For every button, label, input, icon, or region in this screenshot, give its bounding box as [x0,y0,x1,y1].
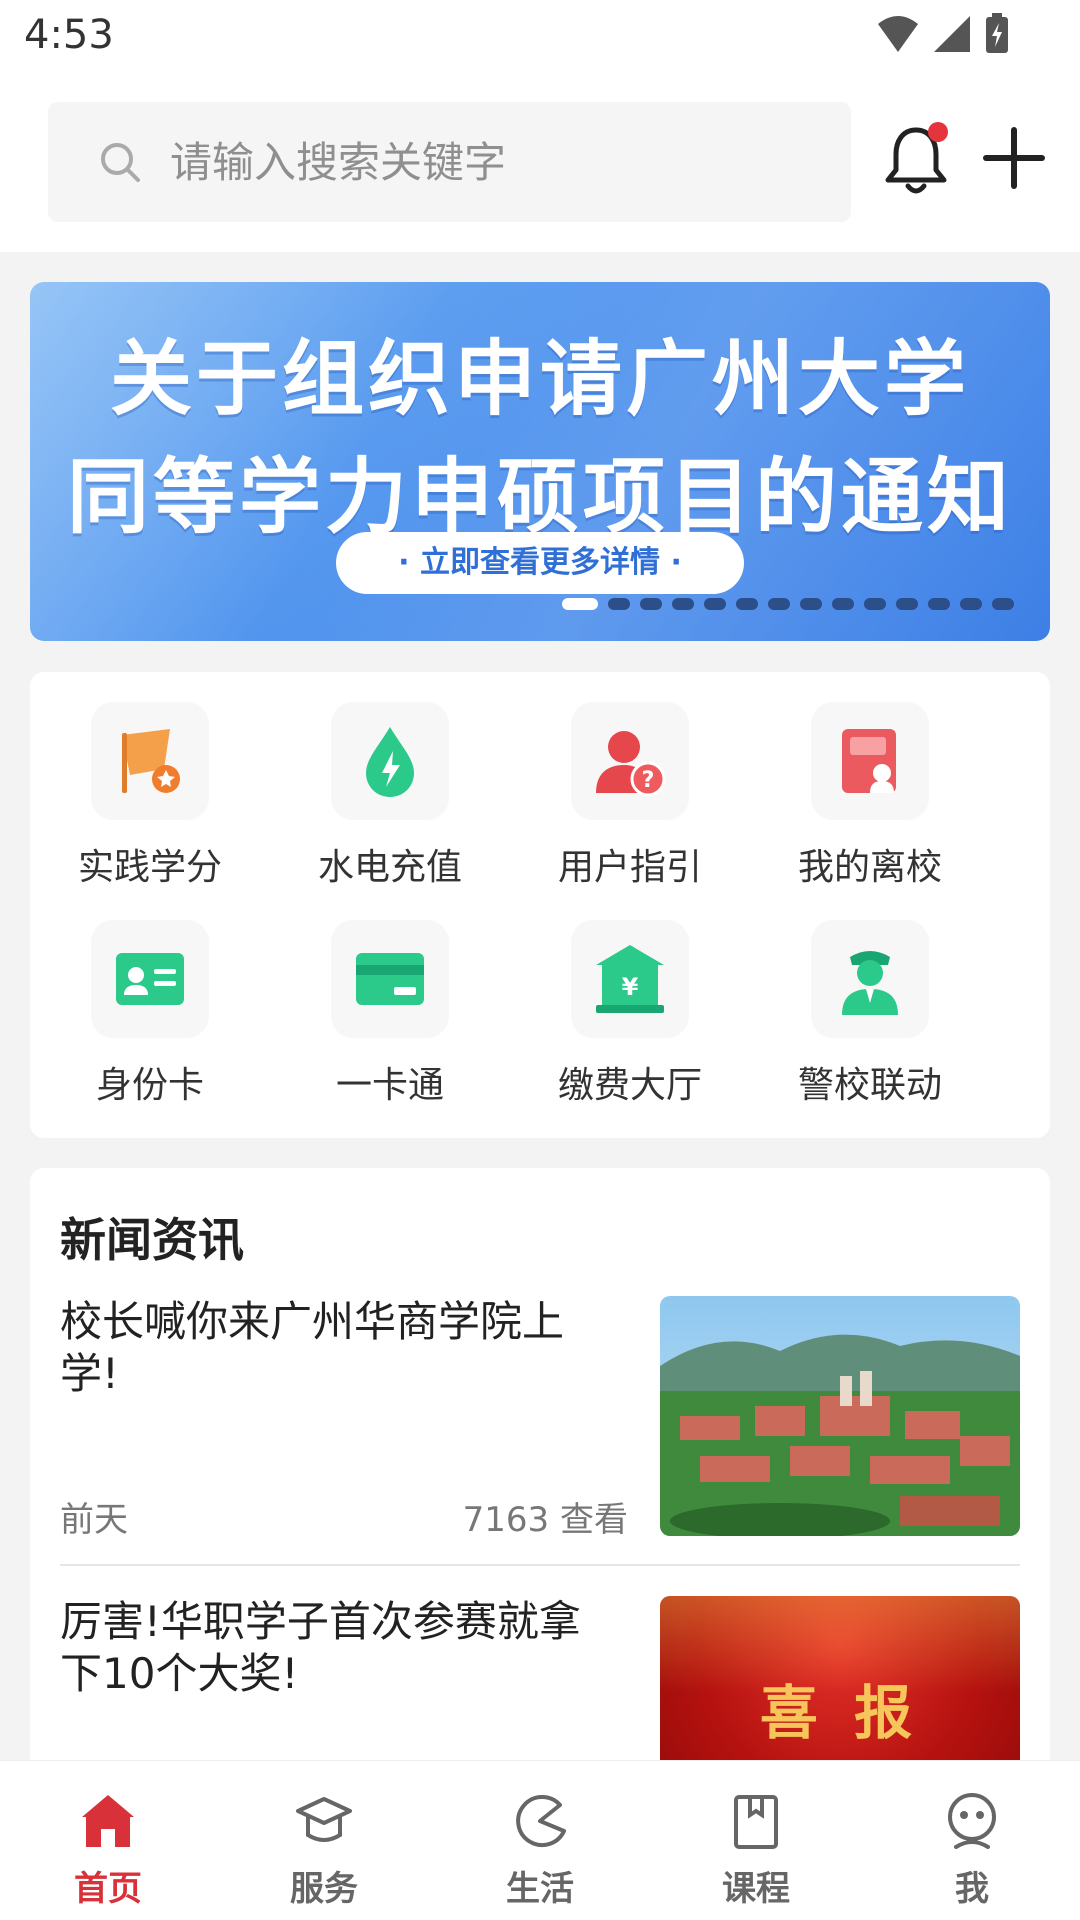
id-card-icon [91,920,209,1038]
service-grid: 实践学分 水电充值 ? 用户指引 我的离校 身份卡 一卡通 ¥ 缴费大厅 警校联… [30,672,1050,1138]
news-section-title: 新闻资讯 [60,1213,244,1267]
add-icon[interactable] [982,126,1046,190]
service-label: 缴费大厅 [557,1065,702,1106]
carousel-dot[interactable] [768,598,790,610]
service-police-link[interactable]: 警校联动 [750,920,990,1120]
service-id-card[interactable]: 身份卡 [30,920,270,1120]
news-card: 新闻资讯 校长喊你来广州华商学院上学! 前天 7163 查看 厉害!华职学子首次… [30,1168,1050,1768]
carousel-dot[interactable] [608,598,630,610]
tab-services[interactable]: 服务 [216,1761,432,1920]
carousel-dot[interactable] [992,598,1014,610]
payment-hall-icon: ¥ [571,920,689,1038]
service-label: 实践学分 [77,847,222,888]
status-time: 4:53 [24,12,114,58]
water-drop-bolt-icon [331,702,449,820]
smiley-icon [948,1793,996,1849]
status-icons [876,13,1010,54]
tab-label: 我 [955,1869,989,1909]
news-headline: 校长喊你来广州华商学院上学! [60,1297,565,1398]
service-practice-credits[interactable]: 实践学分 [30,702,270,902]
carousel-dot[interactable] [928,598,950,610]
tab-courses[interactable]: 课程 [648,1761,864,1920]
news-thumbnail-good-news: 喜 报 [660,1596,1020,1768]
notification-badge [928,122,948,142]
search-box[interactable] [48,102,851,222]
service-campus-card[interactable]: 一卡通 [270,920,510,1120]
service-label: 我的离校 [797,847,942,888]
svg-text:¥: ¥ [622,973,639,1001]
service-label: 水电充值 [317,847,462,888]
leave-school-icon [811,702,929,820]
tab-home[interactable]: 首页 [0,1761,216,1920]
campus-card-icon [331,920,449,1038]
bottom-tab-bar: 首页 服务 生活 课程 我 [0,1760,1080,1920]
carousel-dot[interactable] [562,598,598,610]
news-divider [60,1564,1020,1566]
service-user-guide[interactable]: ? 用户指引 [510,702,750,902]
news-thumbnail-campus [660,1296,1020,1536]
service-label: 一卡通 [335,1065,444,1106]
tab-label: 课程 [722,1869,790,1909]
carousel-dot[interactable] [736,598,758,610]
carousel-dot[interactable] [800,598,822,610]
news-item[interactable]: 校长喊你来广州华商学院上学! 前天 7163 查看 [60,1296,1020,1546]
news-views: 7163 查看 [462,1500,628,1540]
service-leave-school[interactable]: 我的离校 [750,702,990,902]
carousel-dot[interactable] [896,598,918,610]
header [0,76,1080,252]
news-item[interactable]: 厉害!华职学子首次参赛就拿下10个大奖! 喜 报 [60,1596,1020,1768]
banner-details-button[interactable]: · 立即查看更多详情 · [336,532,744,594]
service-label: 用户指引 [557,847,702,888]
banner-title-line1: 关于组织申请广州大学 [109,332,970,427]
carousel-dot[interactable] [672,598,694,610]
carousel-dot[interactable] [640,598,662,610]
carousel-dot[interactable] [960,598,982,610]
search-icon [101,143,140,182]
life-pie-icon [516,1795,566,1848]
tab-life[interactable]: 生活 [432,1761,648,1920]
news-headline: 厉害!华职学子首次参赛就拿下10个大奖! [60,1597,581,1698]
book-icon [734,1795,778,1849]
user-help-icon: ? [571,702,689,820]
search-input[interactable] [170,130,810,194]
wifi-icon [878,16,918,52]
good-news-text: 喜 报 [759,1679,921,1747]
tab-me[interactable]: 我 [864,1761,1080,1920]
service-label: 身份卡 [95,1065,204,1106]
carousel-dot[interactable] [704,598,726,610]
tab-label: 首页 [74,1869,142,1909]
carousel-dot[interactable] [864,598,886,610]
police-icon [811,920,929,1038]
banner-carousel[interactable]: 关于组织申请广州大学 同等学力申硕项目的通知 · 立即查看更多详情 · [30,282,1050,641]
service-label: 警校联动 [797,1065,942,1106]
battery-icon [986,13,1008,53]
service-utility-topup[interactable]: 水电充值 [270,702,510,902]
carousel-dot[interactable] [832,598,854,610]
tab-label: 生活 [506,1869,574,1909]
signal-icon [934,16,970,52]
graduation-cap-icon [296,1797,352,1842]
status-bar: 4:53 [0,0,1080,76]
svg-text:?: ? [642,768,655,793]
home-icon [82,1795,134,1847]
news-date: 前天 [60,1500,128,1540]
service-payment-hall[interactable]: ¥ 缴费大厅 [510,920,750,1120]
flag-star-icon [91,702,209,820]
carousel-indicator [562,598,1014,610]
tab-label: 服务 [290,1869,358,1909]
